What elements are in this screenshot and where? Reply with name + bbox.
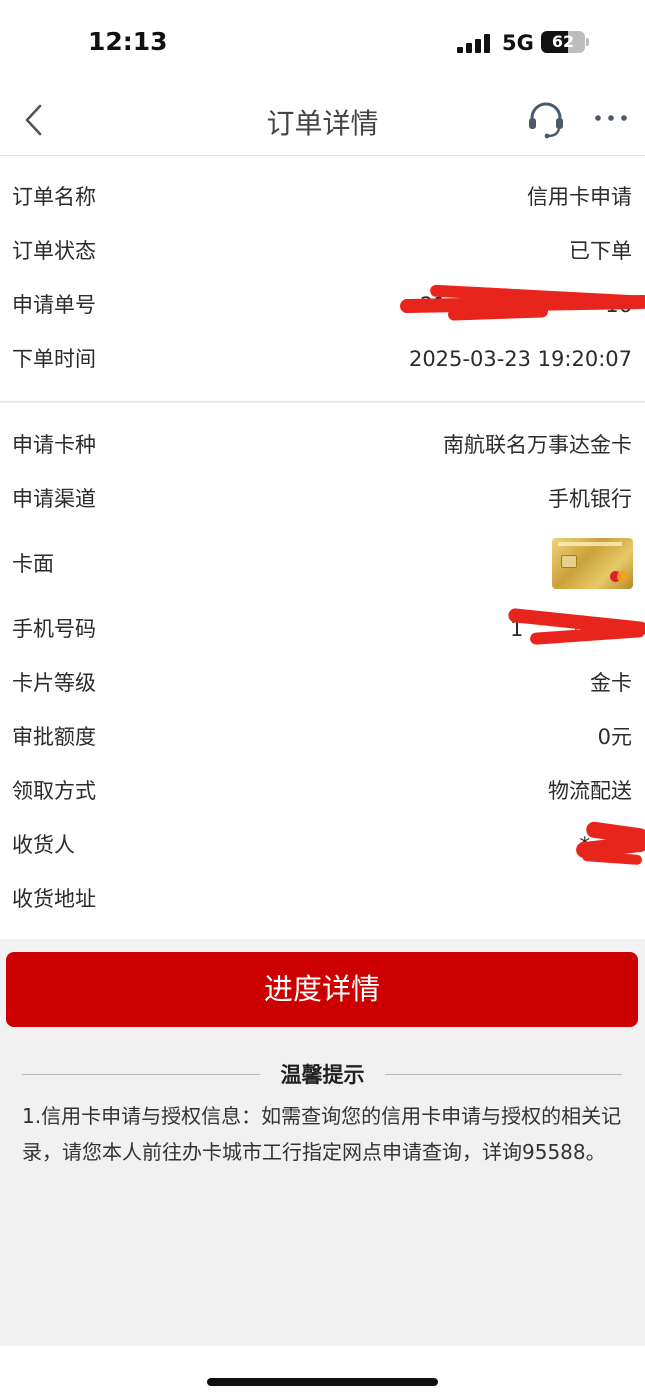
card-face-label: 卡面 bbox=[12, 552, 54, 576]
mastercard-logo-icon bbox=[617, 571, 628, 582]
card-chip-icon bbox=[561, 555, 577, 568]
address-label: 收货地址 bbox=[12, 887, 96, 911]
redaction-mark bbox=[581, 850, 643, 866]
order-time-label: 下单时间 bbox=[12, 347, 96, 371]
apply-channel-row: 申请渠道 手机银行 bbox=[0, 479, 645, 519]
order-time-value: 2025-03-23 19:20:07 bbox=[408, 347, 632, 371]
card-type-label: 申请卡种 bbox=[12, 433, 96, 457]
apply-channel-label: 申请渠道 bbox=[12, 487, 96, 511]
order-name-value: 信用卡申请 bbox=[527, 185, 632, 209]
pickup-method-row: 领取方式 物流配送 bbox=[0, 771, 645, 811]
card-face-row: 卡面 bbox=[0, 544, 645, 584]
order-status-value: 已下单 bbox=[569, 239, 632, 263]
recipient-label: 收货人 bbox=[12, 833, 75, 857]
card-type-row: 申请卡种 南航联名万事达金卡 bbox=[0, 425, 645, 465]
battery-icon: 62 bbox=[541, 31, 585, 53]
card-type-value: 南航联名万事达金卡 bbox=[443, 433, 632, 457]
tips-header: 温馨提示 bbox=[0, 1058, 645, 1092]
home-indicator-area bbox=[0, 1346, 645, 1398]
address-row: 收货地址 bbox=[0, 879, 645, 919]
divider-left bbox=[22, 1074, 260, 1075]
recipient-row: 收货人 * bbox=[0, 820, 645, 866]
card-level-value: 金卡 bbox=[590, 671, 632, 695]
pickup-method-label: 领取方式 bbox=[12, 779, 96, 803]
credit-limit-value: 0元 bbox=[597, 725, 632, 749]
credit-limit-label: 审批额度 bbox=[12, 725, 96, 749]
tips-body: 1.信用卡申请与授权信息：如需查询您的信用卡申请与授权的相关记录，请您本人前往办… bbox=[22, 1104, 622, 1164]
battery-tip bbox=[586, 38, 589, 46]
card-level-label: 卡片等级 bbox=[12, 671, 96, 695]
tips-title: 温馨提示 bbox=[280, 1063, 365, 1087]
card-info-section: 申请卡种 南航联名万事达金卡 申请渠道 手机银行 卡面 手机号码 1 **4 卡… bbox=[0, 403, 645, 939]
application-number-row: 申请单号 21 16 bbox=[0, 284, 645, 325]
headset-icon bbox=[529, 102, 563, 139]
battery-percent: 62 bbox=[551, 32, 575, 51]
status-bar: 12:13 5G 62 bbox=[0, 0, 645, 88]
order-info-section: 订单名称 信用卡申请 订单状态 已下单 申请单号 21 16 下单时间 2025… bbox=[0, 156, 645, 402]
more-button[interactable] bbox=[594, 108, 630, 128]
application-number-label: 申请单号 bbox=[12, 293, 96, 317]
card-level-row: 卡片等级 金卡 bbox=[0, 663, 645, 703]
customer-service-button[interactable] bbox=[524, 98, 568, 142]
home-indicator[interactable] bbox=[207, 1378, 438, 1386]
order-name-label: 订单名称 bbox=[12, 185, 96, 209]
status-time: 12:13 bbox=[88, 27, 168, 56]
progress-details-button[interactable]: 进度详情 bbox=[6, 952, 638, 1027]
apply-channel-value: 手机银行 bbox=[548, 487, 632, 511]
order-status-label: 订单状态 bbox=[12, 239, 96, 263]
redaction-mark bbox=[447, 305, 549, 321]
more-horizontal-icon bbox=[595, 115, 627, 121]
cellular-signal-icon bbox=[457, 33, 491, 53]
pickup-method-value: 物流配送 bbox=[548, 779, 632, 803]
network-type: 5G bbox=[502, 31, 534, 55]
credit-limit-row: 审批额度 0元 bbox=[0, 717, 645, 757]
phone-number-row: 手机号码 1 **4 bbox=[0, 607, 645, 649]
divider-right bbox=[385, 1074, 622, 1075]
nav-bar: 订单详情 bbox=[0, 88, 645, 156]
card-face-image bbox=[552, 538, 633, 589]
order-status-row: 订单状态 已下单 bbox=[0, 231, 645, 271]
order-time-row: 下单时间 2025-03-23 19:20:07 bbox=[0, 339, 645, 379]
order-name-row: 订单名称 信用卡申请 bbox=[0, 177, 645, 217]
bank-logo-strip bbox=[558, 542, 622, 546]
phone-number-label: 手机号码 bbox=[12, 617, 96, 641]
